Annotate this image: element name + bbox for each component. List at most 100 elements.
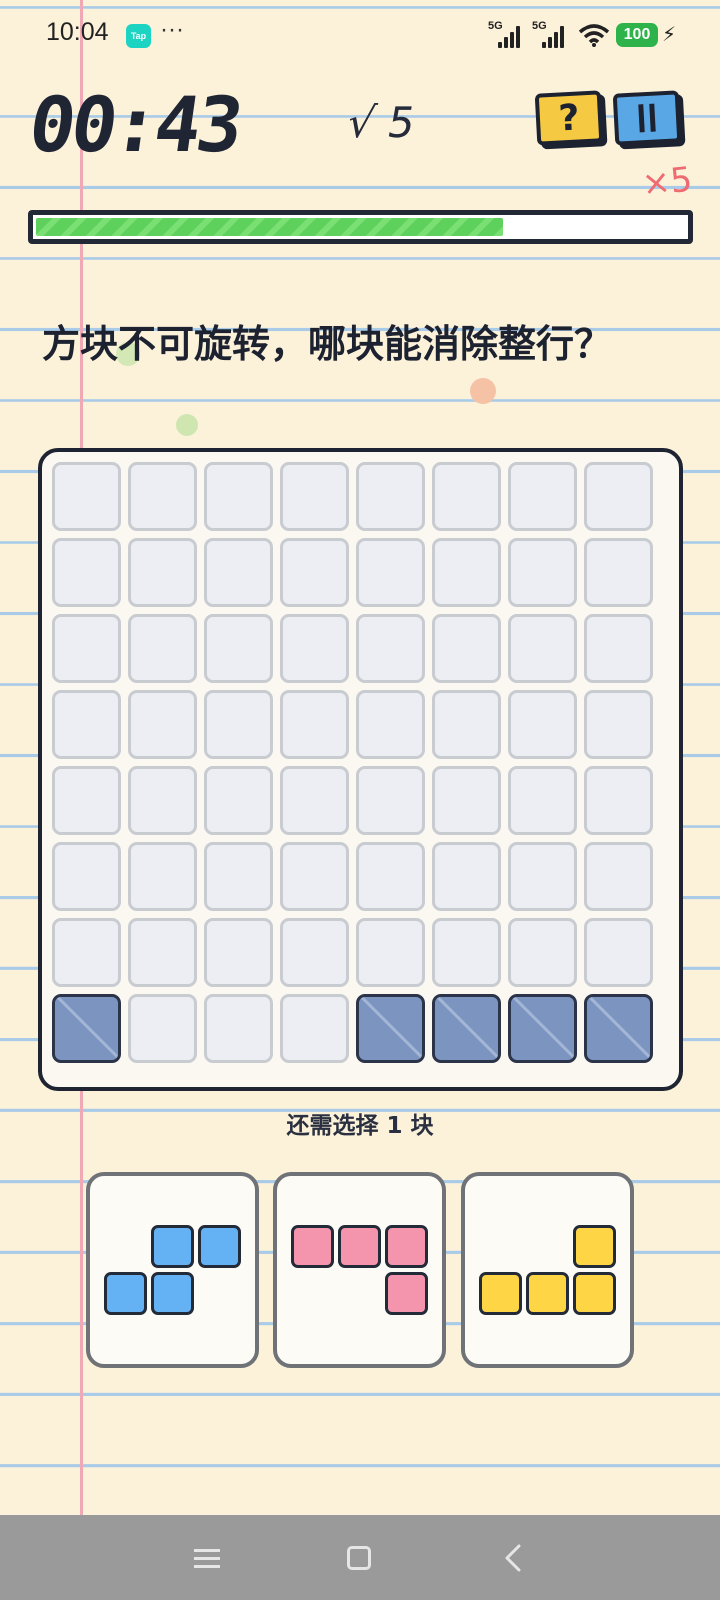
signal-icon: 5G (532, 20, 572, 48)
board-cell-empty (432, 918, 501, 987)
board-cell-empty (584, 462, 653, 531)
board-cell-empty (584, 614, 653, 683)
board-cell-empty (280, 462, 349, 531)
board-cell-empty (52, 538, 121, 607)
board-cell-empty (280, 994, 349, 1063)
help-button[interactable]: ? (534, 90, 604, 146)
pause-icon (638, 103, 656, 133)
lives-counter: ×5 (640, 159, 695, 205)
board-cell-empty (128, 842, 197, 911)
pause-button[interactable] (612, 90, 682, 146)
piece-block (573, 1225, 616, 1268)
board-cell-filled (52, 994, 121, 1063)
tap-app-icon: Tap (126, 24, 151, 48)
board-cell-empty (204, 994, 273, 1063)
board-cell-empty (52, 842, 121, 911)
board-cell-empty (128, 538, 197, 607)
status-time: 10:04 (46, 18, 109, 46)
option-card-yellow[interactable] (461, 1172, 634, 1368)
board-cell-empty (52, 918, 121, 987)
game-timer: 00:43 (23, 80, 246, 169)
piece-block (479, 1272, 522, 1315)
progress-fill (36, 218, 503, 236)
piece-block (198, 1225, 241, 1268)
board-cell-empty (356, 462, 425, 531)
battery-indicator: 100 (616, 23, 658, 47)
signal-label: 5G (488, 20, 503, 32)
remaining-hint: 还需选择 1 块 (286, 1113, 434, 1139)
board-cell-empty (356, 538, 425, 607)
question-mark-icon: ? (557, 96, 581, 140)
board-cell-empty (128, 462, 197, 531)
board-cell-empty (584, 690, 653, 759)
board-cell-empty (204, 614, 273, 683)
piece-block (338, 1225, 381, 1268)
board-cell-empty (584, 766, 653, 835)
signal-label: 5G (532, 20, 547, 32)
charging-icon: ⚡ (662, 22, 677, 46)
board-cell-empty (204, 842, 273, 911)
board-cell-empty (432, 538, 501, 607)
piece-block (104, 1272, 147, 1315)
board-cell-empty (508, 842, 577, 911)
board-cell-empty (508, 690, 577, 759)
board-cell-empty (128, 918, 197, 987)
piece-block (151, 1225, 194, 1268)
question-text: 方块不可旋转，哪块能消除整行？ (42, 322, 613, 366)
board-cell-empty (52, 462, 121, 531)
decor-dot (176, 414, 198, 436)
board-cell-empty (584, 842, 653, 911)
board-cell-empty (508, 766, 577, 835)
board-cell-empty (128, 690, 197, 759)
status-bar: 10:04 Tap ··· 5G 5G 100 ⚡ (0, 0, 720, 70)
board-cell-empty (128, 614, 197, 683)
board-cell-empty (584, 538, 653, 607)
back-button[interactable] (488, 1535, 538, 1581)
board-cell-empty (128, 994, 197, 1063)
correct-count: √ 5 (343, 98, 420, 147)
board-cell-empty (356, 766, 425, 835)
decor-dot (470, 378, 496, 404)
piece-block (526, 1272, 569, 1315)
board-cell-empty (356, 918, 425, 987)
option-card-blue[interactable] (86, 1172, 259, 1368)
board-cell-empty (432, 766, 501, 835)
board-cell-empty (204, 918, 273, 987)
board-cell-empty (280, 918, 349, 987)
board-cell-empty (508, 614, 577, 683)
board-cell-empty (128, 766, 197, 835)
piece-block (573, 1272, 616, 1315)
system-nav-bar (0, 1515, 720, 1600)
board-cell-empty (52, 614, 121, 683)
time-progress-bar (28, 210, 693, 244)
piece-block (385, 1272, 428, 1315)
board-cell-empty (356, 614, 425, 683)
board-cell-empty (432, 614, 501, 683)
board-cell-empty (584, 918, 653, 987)
board-cell-empty (280, 766, 349, 835)
option-card-pink[interactable] (273, 1172, 446, 1368)
board-cell-empty (204, 462, 273, 531)
board-cell-empty (280, 842, 349, 911)
recent-apps-button[interactable] (182, 1535, 232, 1581)
more-notifications-icon: ··· (160, 16, 184, 43)
board-cell-filled (508, 994, 577, 1063)
board-cell-empty (204, 690, 273, 759)
board-cell-filled (584, 994, 653, 1063)
board-cell-empty (204, 538, 273, 607)
signal-icon: 5G (488, 20, 528, 48)
home-button[interactable] (334, 1535, 384, 1581)
board-cell-empty (432, 842, 501, 911)
board-cell-empty (432, 690, 501, 759)
board-cell-empty (356, 690, 425, 759)
board-cell-empty (508, 918, 577, 987)
board-cell-empty (280, 538, 349, 607)
board-cell-empty (52, 690, 121, 759)
menu-icon (194, 1544, 220, 1573)
board-cell-empty (52, 766, 121, 835)
wifi-icon (578, 24, 610, 47)
board-cell-empty (280, 614, 349, 683)
board-cell-empty (508, 538, 577, 607)
home-icon (347, 1546, 371, 1570)
board-cell-empty (432, 462, 501, 531)
